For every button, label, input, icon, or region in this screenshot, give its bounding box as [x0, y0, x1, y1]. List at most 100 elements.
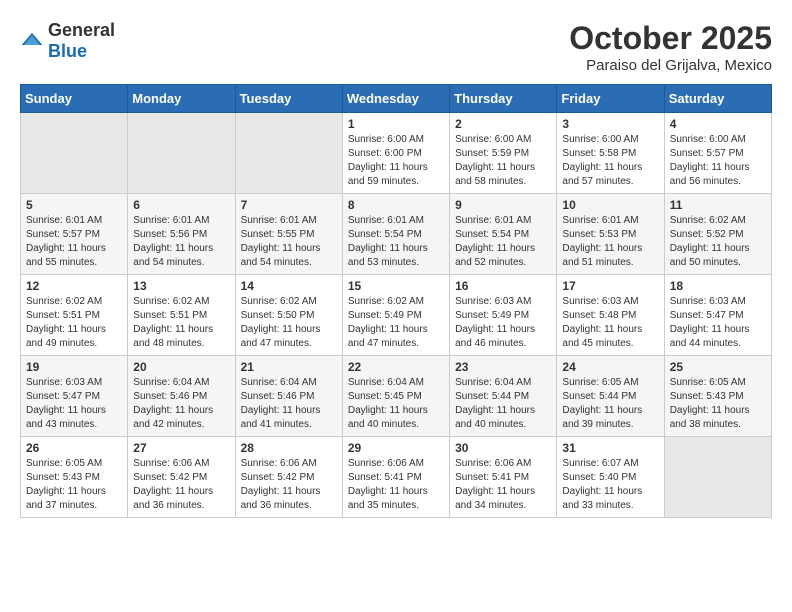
week-row-1: 1 Sunrise: 6:00 AMSunset: 6:00 PMDaylight… — [21, 113, 772, 194]
day-info: Sunrise: 6:00 AMSunset: 5:59 PMDaylight:… — [455, 133, 551, 189]
calendar-cell: 1 Sunrise: 6:00 AMSunset: 6:00 PMDaylight… — [342, 113, 449, 194]
day-number: 5 — [26, 198, 122, 212]
day-number: 19 — [26, 360, 122, 374]
day-number: 24 — [562, 360, 658, 374]
calendar-cell: 23 Sunrise: 6:04 AMSunset: 5:44 PMDayligh… — [450, 356, 557, 437]
day-info: Sunrise: 6:02 AMSunset: 5:51 PMDaylight:… — [133, 295, 229, 351]
calendar-cell: 15Sunrise: 6:02 AMSunset: 5:49 PMDayligh… — [342, 275, 449, 356]
calendar-cell: 21 Sunrise: 6:04 AMSunset: 5:46 PMDayligh… — [235, 356, 342, 437]
weekday-header-sunday: Sunday — [21, 85, 128, 113]
day-number: 8 — [348, 198, 444, 212]
day-info: Sunrise: 6:01 AMSunset: 5:54 PMDaylight:… — [348, 214, 444, 270]
calendar-cell: 10Sunrise: 6:01 AMSunset: 5:53 PMDayligh… — [557, 194, 664, 275]
logo: General Blue — [20, 20, 115, 62]
day-info: Sunrise: 6:06 AMSunset: 5:41 PMDaylight:… — [348, 457, 444, 513]
month-title: October 2025 — [569, 20, 772, 57]
day-info: Sunrise: 6:07 AMSunset: 5:40 PMDaylight:… — [562, 457, 658, 513]
day-number: 23 — [455, 360, 551, 374]
day-number: 11 — [670, 198, 766, 212]
day-number: 20 — [133, 360, 229, 374]
day-info: Sunrise: 6:02 AMSunset: 5:49 PMDaylight:… — [348, 295, 444, 351]
day-info: Sunrise: 6:04 AMSunset: 5:46 PMDaylight:… — [133, 376, 229, 432]
day-number: 9 — [455, 198, 551, 212]
day-info: Sunrise: 6:03 AMSunset: 5:49 PMDaylight:… — [455, 295, 551, 351]
week-row-5: 26 Sunrise: 6:05 AMSunset: 5:43 PMDayligh… — [21, 437, 772, 518]
calendar-cell: 16 Sunrise: 6:03 AMSunset: 5:49 PMDayligh… — [450, 275, 557, 356]
day-info: Sunrise: 6:02 AMSunset: 5:51 PMDaylight:… — [26, 295, 122, 351]
calendar-cell: 24Sunrise: 6:05 AMSunset: 5:44 PMDayligh… — [557, 356, 664, 437]
week-row-2: 5 Sunrise: 6:01 AMSunset: 5:57 PMDaylight… — [21, 194, 772, 275]
day-number: 13 — [133, 279, 229, 293]
calendar-cell: 30Sunrise: 6:06 AMSunset: 5:41 PMDayligh… — [450, 437, 557, 518]
title-block: October 2025 Paraiso del Grijalva, Mexic… — [569, 20, 772, 74]
calendar-cell — [235, 113, 342, 194]
day-info: Sunrise: 6:01 AMSunset: 5:57 PMDaylight:… — [26, 214, 122, 270]
calendar-cell: 8 Sunrise: 6:01 AMSunset: 5:54 PMDaylight… — [342, 194, 449, 275]
day-info: Sunrise: 6:01 AMSunset: 5:54 PMDaylight:… — [455, 214, 551, 270]
day-info: Sunrise: 6:01 AMSunset: 5:56 PMDaylight:… — [133, 214, 229, 270]
calendar-cell: 25Sunrise: 6:05 AMSunset: 5:43 PMDayligh… — [664, 356, 771, 437]
day-number: 1 — [348, 117, 444, 131]
calendar-cell: 28Sunrise: 6:06 AMSunset: 5:42 PMDayligh… — [235, 437, 342, 518]
day-number: 22 — [348, 360, 444, 374]
day-number: 31 — [562, 441, 658, 455]
calendar-cell: 29 Sunrise: 6:06 AMSunset: 5:41 PMDayligh… — [342, 437, 449, 518]
day-number: 2 — [455, 117, 551, 131]
day-info: Sunrise: 6:03 AMSunset: 5:47 PMDaylight:… — [670, 295, 766, 351]
weekday-header-row: SundayMondayTuesdayWednesdayThursdayFrid… — [21, 85, 772, 113]
calendar-cell: 13 Sunrise: 6:02 AMSunset: 5:51 PMDayligh… — [128, 275, 235, 356]
day-info: Sunrise: 6:05 AMSunset: 5:43 PMDaylight:… — [26, 457, 122, 513]
calendar-cell: 7 Sunrise: 6:01 AMSunset: 5:55 PMDaylight… — [235, 194, 342, 275]
day-number: 14 — [241, 279, 337, 293]
weekday-header-monday: Monday — [128, 85, 235, 113]
calendar-cell: 27 Sunrise: 6:06 AMSunset: 5:42 PMDayligh… — [128, 437, 235, 518]
calendar-cell: 17 Sunrise: 6:03 AMSunset: 5:48 PMDayligh… — [557, 275, 664, 356]
day-number: 3 — [562, 117, 658, 131]
calendar-cell: 20 Sunrise: 6:04 AMSunset: 5:46 PMDayligh… — [128, 356, 235, 437]
day-number: 27 — [133, 441, 229, 455]
calendar-cell: 18 Sunrise: 6:03 AMSunset: 5:47 PMDayligh… — [664, 275, 771, 356]
weekday-header-thursday: Thursday — [450, 85, 557, 113]
day-number: 7 — [241, 198, 337, 212]
day-number: 17 — [562, 279, 658, 293]
calendar-cell: 26 Sunrise: 6:05 AMSunset: 5:43 PMDayligh… — [21, 437, 128, 518]
day-info: Sunrise: 6:00 AMSunset: 5:58 PMDaylight:… — [562, 133, 658, 189]
day-info: Sunrise: 6:03 AMSunset: 5:48 PMDaylight:… — [562, 295, 658, 351]
calendar-cell: 9 Sunrise: 6:01 AMSunset: 5:54 PMDaylight… — [450, 194, 557, 275]
weekday-header-tuesday: Tuesday — [235, 85, 342, 113]
day-number: 21 — [241, 360, 337, 374]
day-number: 4 — [670, 117, 766, 131]
calendar-cell — [21, 113, 128, 194]
day-number: 16 — [455, 279, 551, 293]
day-info: Sunrise: 6:04 AMSunset: 5:45 PMDaylight:… — [348, 376, 444, 432]
day-number: 18 — [670, 279, 766, 293]
day-info: Sunrise: 6:03 AMSunset: 5:47 PMDaylight:… — [26, 376, 122, 432]
day-info: Sunrise: 6:06 AMSunset: 5:42 PMDaylight:… — [241, 457, 337, 513]
calendar-cell: 14 Sunrise: 6:02 AMSunset: 5:50 PMDayligh… — [235, 275, 342, 356]
day-number: 26 — [26, 441, 122, 455]
day-info: Sunrise: 6:02 AMSunset: 5:50 PMDaylight:… — [241, 295, 337, 351]
day-info: Sunrise: 6:04 AMSunset: 5:44 PMDaylight:… — [455, 376, 551, 432]
day-info: Sunrise: 6:01 AMSunset: 5:53 PMDaylight:… — [562, 214, 658, 270]
day-info: Sunrise: 6:06 AMSunset: 5:41 PMDaylight:… — [455, 457, 551, 513]
logo-general: General — [48, 20, 115, 40]
calendar-cell: 12Sunrise: 6:02 AMSunset: 5:51 PMDayligh… — [21, 275, 128, 356]
day-info: Sunrise: 6:02 AMSunset: 5:52 PMDaylight:… — [670, 214, 766, 270]
day-number: 6 — [133, 198, 229, 212]
calendar-cell: 2 Sunrise: 6:00 AMSunset: 5:59 PMDaylight… — [450, 113, 557, 194]
calendar-cell: 3 Sunrise: 6:00 AMSunset: 5:58 PMDaylight… — [557, 113, 664, 194]
day-info: Sunrise: 6:04 AMSunset: 5:46 PMDaylight:… — [241, 376, 337, 432]
calendar-cell: 6 Sunrise: 6:01 AMSunset: 5:56 PMDaylight… — [128, 194, 235, 275]
page-header: General Blue October 2025 Paraiso del Gr… — [20, 20, 772, 74]
day-number: 29 — [348, 441, 444, 455]
calendar-cell: 11 Sunrise: 6:02 AMSunset: 5:52 PMDayligh… — [664, 194, 771, 275]
week-row-3: 12Sunrise: 6:02 AMSunset: 5:51 PMDayligh… — [21, 275, 772, 356]
calendar-cell: 31 Sunrise: 6:07 AMSunset: 5:40 PMDayligh… — [557, 437, 664, 518]
calendar-cell: 22 Sunrise: 6:04 AMSunset: 5:45 PMDayligh… — [342, 356, 449, 437]
day-info: Sunrise: 6:00 AMSunset: 6:00 PMDaylight:… — [348, 133, 444, 189]
day-info: Sunrise: 6:06 AMSunset: 5:42 PMDaylight:… — [133, 457, 229, 513]
weekday-header-saturday: Saturday — [664, 85, 771, 113]
day-info: Sunrise: 6:01 AMSunset: 5:55 PMDaylight:… — [241, 214, 337, 270]
location: Paraiso del Grijalva, Mexico — [569, 57, 772, 74]
logo-icon — [20, 29, 44, 53]
